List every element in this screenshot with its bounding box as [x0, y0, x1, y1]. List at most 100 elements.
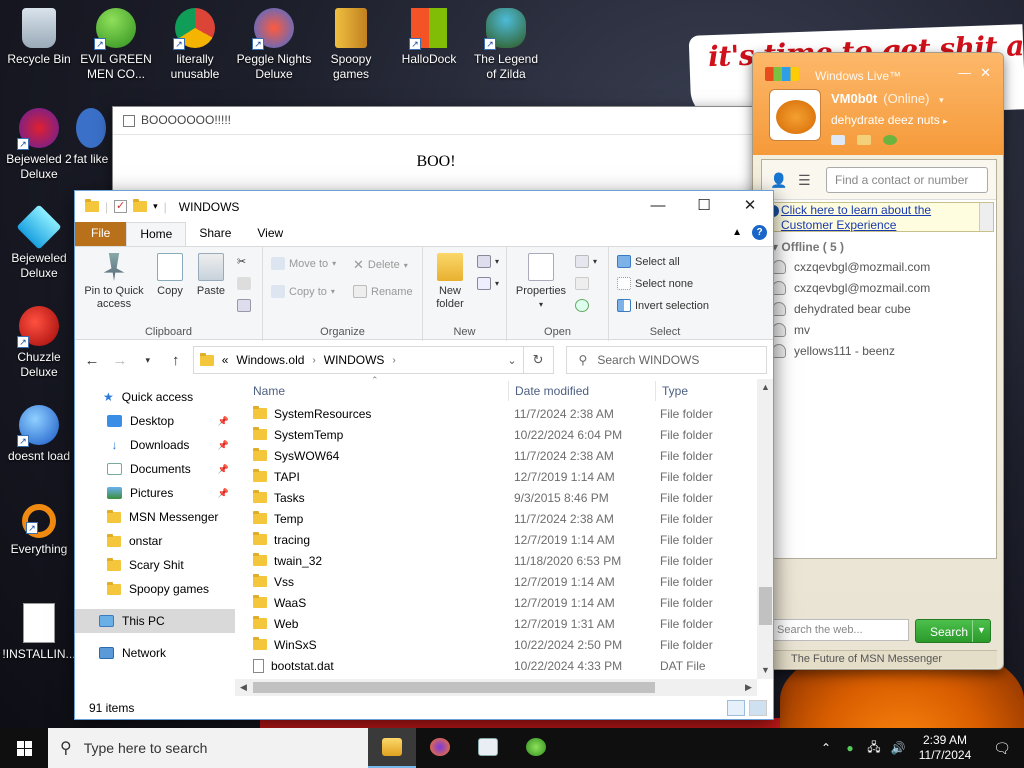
contact-item[interactable]: cxzqevbgl@mozmail.com — [762, 277, 996, 298]
nav-item-documents[interactable]: Documents 📌 — [75, 457, 235, 481]
desktop-icon-recycle-bin[interactable]: Recycle Bin — [1, 8, 77, 67]
desktop-icon-everything[interactable]: ↗ Everything — [1, 504, 77, 557]
column-header-type[interactable]: Type — [656, 384, 756, 398]
taskbar-file-explorer[interactable] — [368, 728, 416, 768]
contact-item[interactable]: yellows111 - beenz — [762, 340, 996, 361]
table-row[interactable]: SystemResources 11/7/2024 2:38 AM File fol… — [253, 403, 757, 424]
pin-icon[interactable]: 📌 — [218, 464, 229, 475]
nav-item-msn-messenger[interactable]: MSN Messenger — [75, 505, 235, 529]
cut-icon[interactable]: ✂ — [237, 255, 246, 268]
help-icon[interactable]: ? — [752, 225, 767, 240]
back-button[interactable]: ← — [81, 352, 103, 369]
msn-user-name[interactable]: VM0b0t (Online) ▾ — [831, 91, 944, 106]
table-row[interactable]: WaaS 12/7/2019 1:14 AM File folder — [253, 592, 757, 613]
scroll-up-icon[interactable]: ▲ — [757, 379, 773, 396]
boo-titlebar[interactable]: BOOOOOOO!!!!! — [113, 107, 759, 135]
chevron-right-icon[interactable]: › — [392, 355, 395, 366]
table-row[interactable]: TAPI 12/7/2019 1:14 AM File folder — [253, 466, 757, 487]
customer-experience-link[interactable]: Click here to learn about the Customer E… — [781, 203, 979, 232]
file-explorer-window[interactable]: | ✓ ▾ | WINDOWS — ☐ ✕ File Home Share Vi… — [74, 190, 774, 720]
open-icon[interactable]: ▾ — [575, 255, 597, 268]
nav-item-spoopy-games[interactable]: Spoopy games — [75, 577, 235, 601]
contact-item[interactable]: mv — [762, 319, 996, 340]
pin-icon[interactable]: 📌 — [218, 440, 229, 451]
scroll-right-icon[interactable]: ▶ — [740, 679, 757, 696]
msn-messenger-window[interactable]: Windows Live™ — ✕ VM0b0t (Online) ▾ dehyd… — [752, 52, 1004, 670]
close-button[interactable]: ✕ — [727, 191, 773, 221]
maximize-button[interactable]: ☐ — [681, 191, 727, 221]
desktop-icon-fat-like[interactable]: fat like — [66, 108, 116, 167]
address-bar[interactable]: « Windows.old › WINDOWS › ⌄ — [192, 346, 524, 374]
chevron-right-icon[interactable]: › — [312, 355, 315, 366]
scroll-down-icon[interactable]: ▼ — [757, 662, 773, 679]
minimize-button[interactable]: — — [635, 191, 681, 221]
select-none-button[interactable]: Select none — [617, 277, 693, 290]
mail-icon[interactable] — [831, 135, 845, 145]
address-history-icon[interactable]: ⌄ — [507, 354, 516, 367]
banner-scrollbar[interactable] — [979, 203, 993, 231]
horizontal-scrollbar[interactable]: ◀ ▶ — [235, 679, 757, 696]
volume-icon[interactable]: 🔊 — [886, 741, 910, 755]
paste-button[interactable]: Paste — [193, 253, 229, 298]
tab-file[interactable]: File — [75, 222, 127, 246]
tab-home[interactable]: Home — [126, 222, 187, 246]
desktop-icon-peggle-nights[interactable]: ↗ Peggle Nights Deluxe — [236, 8, 312, 82]
desktop-icon-hallodock[interactable]: ↗ HalloDock — [391, 8, 467, 67]
table-row[interactable]: WinSxS 10/22/2024 2:50 PM File folder — [253, 634, 757, 655]
desktop-icon-spoopy-games[interactable]: Spoopy games — [313, 8, 389, 82]
desktop-icon-bejeweled[interactable]: Bejeweled Deluxe — [1, 204, 77, 281]
table-row[interactable]: Tasks 9/3/2015 8:46 PM File folder — [253, 487, 757, 508]
taskbar-search[interactable]: ⚲ Type here to search — [48, 728, 368, 768]
column-header-date[interactable]: Date modified — [509, 384, 655, 398]
new-folder-button[interactable]: New folder — [429, 253, 471, 311]
easy-access-icon[interactable]: ▾ — [477, 277, 499, 290]
taskbar-firefox[interactable] — [416, 728, 464, 768]
show-hidden-icons-chevron-icon[interactable]: ⌃ — [814, 741, 838, 755]
copy-button[interactable]: Copy — [153, 253, 187, 298]
table-row[interactable]: SystemTemp 10/22/2024 6:04 PM File folder — [253, 424, 757, 445]
pin-quick-access-button[interactable]: Pin to Quick access — [81, 253, 147, 311]
web-search-button[interactable]: Search ▼ — [915, 619, 991, 643]
find-contact-input[interactable]: Find a contact or number — [826, 166, 988, 193]
table-row[interactable]: Temp 11/7/2024 2:38 AM File folder — [253, 508, 757, 529]
nav-item-scary-shit[interactable]: Scary Shit — [75, 553, 235, 577]
breadcrumb-windows-old[interactable]: Windows.old — [236, 353, 304, 367]
scrollbar-thumb[interactable] — [253, 682, 655, 693]
start-button[interactable] — [0, 728, 48, 768]
nav-this-pc[interactable]: This PC — [75, 609, 235, 633]
scrollbar-thumb[interactable] — [759, 587, 772, 625]
history-icon[interactable] — [575, 299, 589, 312]
network-icon[interactable]: 🖧 — [862, 738, 886, 759]
pin-icon[interactable]: 📌 — [218, 488, 229, 499]
collapse-ribbon-icon[interactable]: ▲ — [732, 227, 742, 238]
chevron-down-icon[interactable]: ▼ — [972, 620, 990, 642]
list-options-icon[interactable]: ☰ — [798, 172, 816, 188]
personal-message[interactable]: dehydrate deez nuts ▸ — [831, 113, 948, 127]
nav-item-desktop[interactable]: Desktop 📌 — [75, 409, 235, 433]
offline-group-header[interactable]: ▾ Offline ( 5 ) — [762, 234, 996, 256]
scroll-left-icon[interactable]: ◀ — [235, 679, 252, 696]
table-row[interactable]: Vss 12/7/2019 1:14 AM File folder — [253, 571, 757, 592]
properties-check-icon[interactable]: ✓ — [114, 200, 128, 213]
copy-to-button[interactable]: Copy to ▾ — [271, 285, 335, 298]
nav-network[interactable]: Network — [75, 641, 235, 665]
desktop-icon-chuzzle[interactable]: ↗ Chuzzle Deluxe — [1, 306, 77, 380]
customer-experience-banner[interactable]: i Click here to learn about the Customer… — [764, 202, 994, 232]
delete-button[interactable]: ✕ Delete ▾ — [353, 257, 408, 273]
rename-button[interactable]: Rename — [353, 285, 413, 298]
nav-item-onstar[interactable]: onstar — [75, 529, 235, 553]
nav-item-pictures[interactable]: Pictures 📌 — [75, 481, 235, 505]
desktop-icon-legend-of-zilda[interactable]: ↗ The Legend of Zilda — [468, 8, 544, 82]
tab-share[interactable]: Share — [186, 222, 244, 246]
table-row[interactable]: bootstat.dat 10/22/2024 4:33 PM DAT File — [253, 655, 757, 676]
properties-button[interactable]: Properties ▾ — [511, 253, 571, 311]
up-button[interactable]: ↑ — [165, 352, 187, 369]
web-search-input[interactable]: Search the web... — [771, 619, 909, 641]
tab-view[interactable]: View — [244, 222, 296, 246]
close-icon[interactable]: ✕ — [980, 65, 991, 81]
msn-tray-icon[interactable]: ● — [838, 741, 862, 755]
table-row[interactable]: tracing 12/7/2019 1:14 AM File folder — [253, 529, 757, 550]
move-to-button[interactable]: Move to ▾ — [271, 257, 336, 270]
clock[interactable]: 2:39 AM 11/7/2024 — [910, 733, 980, 763]
vertical-scrollbar[interactable]: ▲ ▼ — [757, 379, 773, 679]
